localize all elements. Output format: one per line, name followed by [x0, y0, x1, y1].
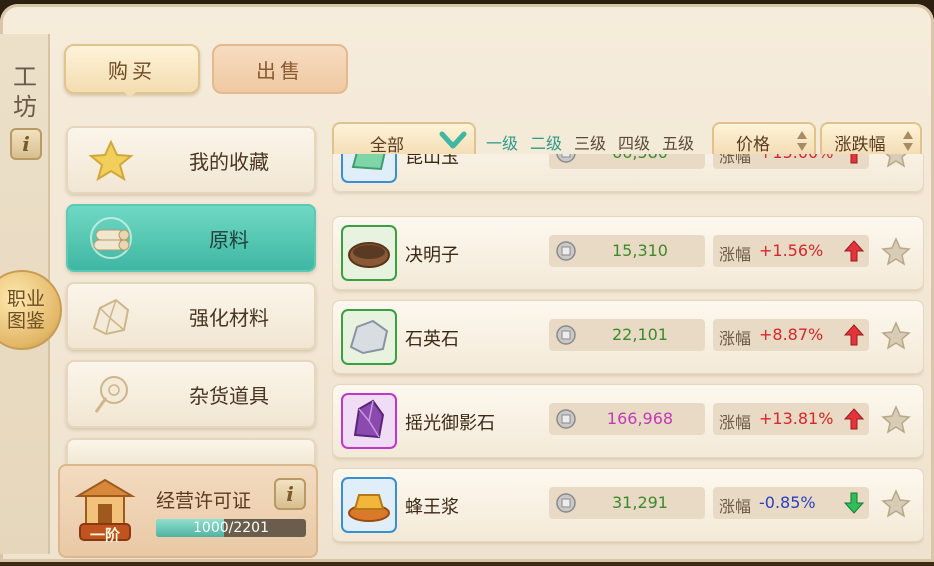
- change-value: +13.81%: [759, 409, 834, 428]
- item-name: 蜂王浆: [405, 497, 459, 518]
- favorite-star-icon[interactable]: [881, 154, 911, 169]
- change-label: 涨幅: [719, 497, 752, 516]
- list-item[interactable]: 昆山玉 66,580 涨幅 +15.00%: [332, 154, 924, 192]
- sort-change-label: 涨跌幅: [834, 135, 886, 155]
- change-label: 涨幅: [719, 154, 752, 166]
- license-progress-bar: 1000/2201: [156, 519, 306, 537]
- category-label: 杂货道具: [189, 383, 269, 408]
- logs-icon: [90, 217, 132, 259]
- item-list[interactable]: 昆山玉 66,580 涨幅 +15.00%: [332, 154, 924, 566]
- category-label: 强化材料: [189, 305, 269, 330]
- item-price: 15,310: [612, 241, 668, 260]
- change-value: +1.56%: [759, 241, 824, 260]
- item-price: 66,580: [579, 154, 701, 162]
- change-label: 涨幅: [719, 245, 752, 264]
- license-progress-text: 1000/2201: [193, 520, 269, 536]
- category-favorites[interactable]: 我的收藏: [66, 126, 316, 194]
- list-item[interactable]: 决明子 15,310 涨幅 +1.56%: [332, 216, 924, 290]
- silver-coin-icon: [556, 241, 576, 261]
- item-name: 决明子: [405, 245, 459, 266]
- star-icon: [88, 139, 134, 182]
- workshop-info-icon[interactable]: i: [10, 128, 42, 160]
- item-price: 31,291: [612, 493, 668, 512]
- category-enhance[interactable]: 强化材料: [66, 282, 316, 350]
- change-box: 涨幅 +15.00%: [713, 154, 869, 169]
- trend-up-arrow-icon: [843, 240, 865, 262]
- jade-icon: [341, 154, 397, 183]
- favorite-star-icon[interactable]: [881, 405, 911, 435]
- trend-down-arrow-icon: [843, 492, 865, 514]
- honeycomb-icon: [341, 477, 397, 533]
- seeds-bowl-icon: [341, 225, 397, 281]
- job-guide-label: 职业图鉴: [6, 288, 45, 332]
- change-value: +8.87%: [759, 325, 824, 344]
- category-next-partial[interactable]: [66, 438, 316, 466]
- favorite-star-icon[interactable]: [881, 237, 911, 267]
- tier-2-filter[interactable]: 二级: [530, 130, 562, 154]
- item-name: 石英石: [405, 329, 459, 350]
- change-box: 涨幅 -0.85%: [713, 487, 869, 519]
- list-item[interactable]: 石英石 22,101 涨幅 +8.87%: [332, 300, 924, 374]
- sort-arrows-icon: [797, 131, 807, 151]
- trend-up-arrow-icon: [843, 408, 865, 430]
- silver-coin-icon: [556, 409, 576, 429]
- business-license[interactable]: 一阶 经营许可证 i 1000/2201: [58, 464, 318, 558]
- license-title: 经营许可证: [156, 490, 252, 512]
- change-box: 涨幅 +8.87%: [713, 319, 869, 351]
- category-label: 原料: [209, 227, 249, 252]
- sort-price-label: 价格: [736, 135, 770, 155]
- trend-up-arrow-icon: [850, 154, 858, 164]
- license-level: 一阶: [89, 526, 120, 544]
- item-price: 166,968: [606, 409, 674, 428]
- trend-up-arrow-icon: [843, 324, 865, 346]
- tab-pointer-icon: [122, 90, 138, 98]
- tab-buy[interactable]: 购买: [64, 44, 200, 94]
- pouch-icon: [94, 376, 128, 413]
- tier-4-filter[interactable]: 四级: [618, 130, 650, 154]
- category-goods[interactable]: 杂货道具: [66, 360, 316, 428]
- price-box: 166,968: [549, 403, 705, 435]
- chevron-down-icon: [439, 131, 467, 149]
- change-box: 涨幅 +1.56%: [713, 235, 869, 267]
- ore-icon: [92, 298, 130, 336]
- category-materials[interactable]: 原料: [66, 204, 316, 272]
- list-item[interactable]: 蜂王浆 31,291 涨幅 -0.85%: [332, 468, 924, 542]
- tier-1-filter[interactable]: 一级: [486, 130, 518, 154]
- dropdown-label: 全部: [370, 136, 404, 156]
- license-info-icon[interactable]: i: [274, 478, 306, 510]
- price-box: 22,101: [549, 319, 705, 351]
- silver-coin-icon: [556, 493, 576, 513]
- workshop-panel: 工坊 i 职业图鉴 购买 出售 我的收藏 原料 强化材料 杂货道具 一阶 经营许…: [0, 4, 934, 562]
- item-price: 22,101: [612, 325, 668, 344]
- list-item[interactable]: 摇光御影石 166,968 涨幅 +13.81%: [332, 384, 924, 458]
- sort-arrows-icon: [903, 131, 913, 151]
- purple-crystal-icon: [341, 393, 397, 449]
- change-box: 涨幅 +13.81%: [713, 403, 869, 435]
- change-value: -0.85%: [759, 493, 816, 512]
- quartz-icon: [341, 309, 397, 365]
- favorite-star-icon[interactable]: [881, 489, 911, 519]
- item-name: 摇光御影石: [405, 413, 495, 434]
- tab-sell[interactable]: 出售: [212, 44, 348, 94]
- price-box: 31,291: [549, 487, 705, 519]
- tier-3-filter[interactable]: 三级: [574, 130, 606, 154]
- job-guide-button[interactable]: 职业图鉴: [0, 270, 62, 350]
- favorite-star-icon[interactable]: [881, 321, 911, 351]
- workshop-title: 工坊: [13, 63, 37, 121]
- price-box: 66,580: [549, 154, 705, 169]
- category-label: 我的收藏: [189, 149, 269, 174]
- price-box: 15,310: [549, 235, 705, 267]
- change-label: 涨幅: [719, 329, 752, 348]
- silver-coin-icon: [556, 154, 576, 163]
- change-label: 涨幅: [719, 413, 752, 432]
- change-value: +15.00%: [759, 154, 833, 162]
- silver-coin-icon: [556, 325, 576, 345]
- item-name: 昆山玉: [405, 154, 459, 168]
- tier-5-filter[interactable]: 五级: [662, 130, 694, 154]
